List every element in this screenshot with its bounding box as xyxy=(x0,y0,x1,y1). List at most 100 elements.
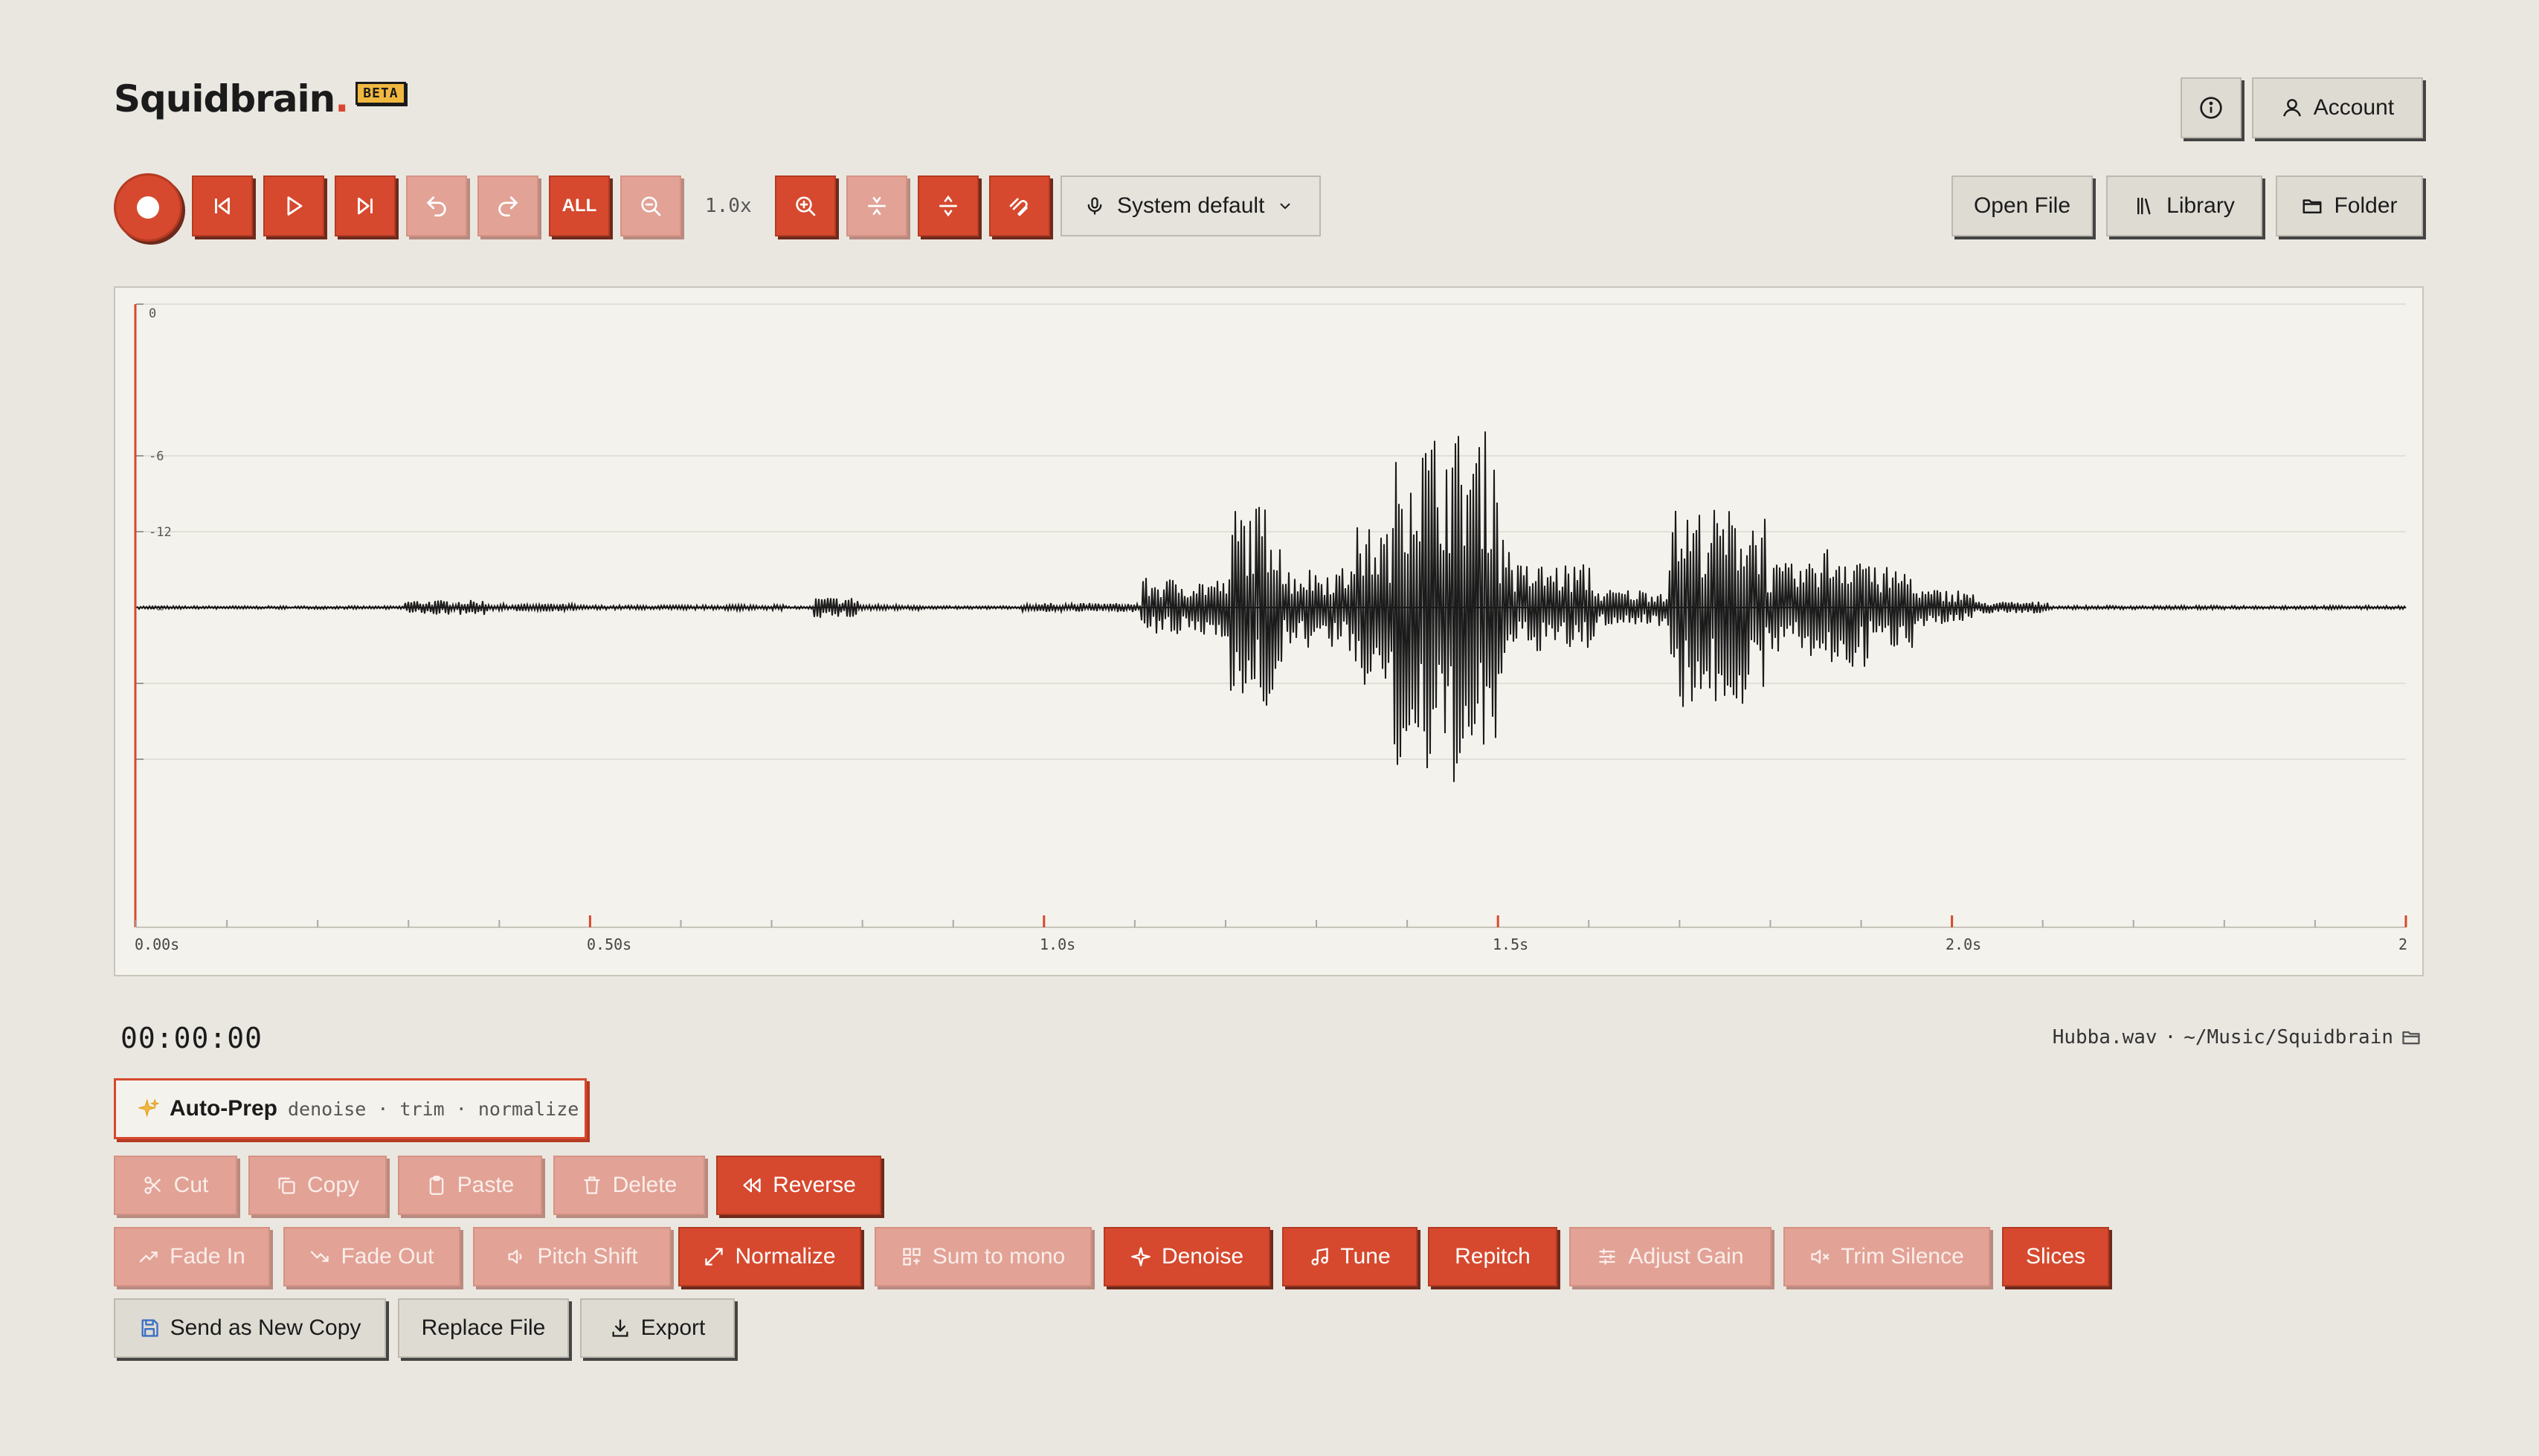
zoom-out-button[interactable] xyxy=(620,175,681,236)
auto-prep-label: Auto-Prep xyxy=(170,1096,277,1121)
db-label-0: 0 xyxy=(149,306,156,321)
magnet-snap-button[interactable] xyxy=(989,175,1050,236)
select-all-button[interactable]: ALL xyxy=(549,175,610,236)
trash-icon xyxy=(584,1176,600,1194)
fade-out-label: Fade Out xyxy=(341,1244,434,1269)
clipboard-icon xyxy=(429,1176,443,1195)
sparkle-icon xyxy=(1131,1247,1151,1266)
skip-to-end-button[interactable] xyxy=(335,175,396,236)
sparkles-icon xyxy=(138,1098,159,1118)
reverse-button[interactable]: Reverse xyxy=(716,1156,881,1215)
trim-silence-label: Trim Silence xyxy=(1841,1244,1964,1269)
zoom-expand-vertical-button[interactable] xyxy=(918,175,979,236)
denoise-label: Denoise xyxy=(1161,1244,1244,1269)
play-icon xyxy=(287,196,303,216)
skip-back-icon xyxy=(215,197,230,215)
trending-down-icon xyxy=(310,1251,329,1262)
denoise-button[interactable]: Denoise xyxy=(1104,1227,1270,1286)
folder-button[interactable]: Folder xyxy=(2276,175,2423,236)
delete-button[interactable]: Delete xyxy=(553,1156,705,1215)
send-as-new-copy-button[interactable]: Send as New Copy xyxy=(114,1298,386,1358)
waveform-panel[interactable]: 0 -6 -12 -∞ 0.00s 0.50s 1.0s 1.5s 2.0s 2 xyxy=(114,286,2424,976)
download-icon xyxy=(612,1319,628,1337)
copy-icon xyxy=(278,1177,295,1194)
auto-prep-button[interactable]: Auto-Prep denoise · trim · normalize xyxy=(114,1078,587,1139)
file-path: ~/Music/Squidbrain xyxy=(2184,1026,2393,1048)
db-label-6: -6 xyxy=(149,449,164,464)
info-button[interactable] xyxy=(2181,77,2242,138)
input-device-select[interactable]: System default xyxy=(1061,175,1321,236)
adjust-gain-label: Adjust Gain xyxy=(1628,1244,1744,1269)
repitch-button[interactable]: Repitch xyxy=(1428,1227,1557,1286)
paste-button[interactable]: Paste xyxy=(398,1156,542,1215)
time-label-20: 2.0s xyxy=(1946,935,1981,953)
slices-label: Slices xyxy=(2025,1244,2086,1269)
library-button[interactable]: Library xyxy=(2106,175,2262,236)
redo-button[interactable] xyxy=(477,175,538,236)
zoom-in-button[interactable] xyxy=(775,175,836,236)
time-label-15: 1.5s xyxy=(1493,935,1528,953)
undo-icon xyxy=(426,196,446,217)
record-button[interactable] xyxy=(114,173,182,242)
skip-forward-icon xyxy=(358,197,373,215)
zoom-level: 1.0x xyxy=(705,195,752,217)
fade-out-button[interactable]: Fade Out xyxy=(283,1227,460,1286)
music-note-icon xyxy=(1311,1248,1329,1266)
maximize-icon xyxy=(705,1248,724,1266)
redo-icon xyxy=(498,196,518,217)
sum-to-mono-label: Sum to mono xyxy=(932,1244,1066,1269)
pitch-shift-label: Pitch Shift xyxy=(537,1244,638,1269)
merge-icon xyxy=(903,1248,921,1266)
sum-to-mono-button[interactable]: Sum to mono xyxy=(875,1227,1092,1286)
paste-label: Paste xyxy=(457,1173,515,1197)
waveform-canvas[interactable]: 0 -6 -12 -∞ 0.00s 0.50s 1.0s 1.5s 2.0s 2 xyxy=(115,288,2422,975)
input-device-label: System default xyxy=(1117,193,1265,218)
waveform-trace xyxy=(135,431,2407,782)
open-file-button[interactable]: Open File xyxy=(1951,175,2093,236)
fade-in-button[interactable]: Fade In xyxy=(114,1227,270,1286)
undo-button[interactable] xyxy=(406,175,467,236)
repitch-label: Repitch xyxy=(1455,1244,1531,1269)
open-file-label: Open File xyxy=(1973,193,2071,218)
save-icon xyxy=(141,1319,158,1337)
copy-button[interactable]: Copy xyxy=(248,1156,387,1215)
normalize-label: Normalize xyxy=(735,1244,836,1269)
sliders-icon xyxy=(1599,1249,1615,1265)
cut-label: Cut xyxy=(173,1173,209,1197)
play-button[interactable] xyxy=(263,175,324,236)
library-label: Library xyxy=(2166,193,2235,218)
tune-button[interactable]: Tune xyxy=(1282,1227,1417,1286)
zoom-fit-vertical-button[interactable] xyxy=(846,175,907,236)
cut-button[interactable]: Cut xyxy=(114,1156,237,1215)
delete-label: Delete xyxy=(612,1173,678,1197)
folder-open-icon[interactable] xyxy=(2401,1027,2421,1048)
file-info: Hubba.wav · ~/Music/Squidbrain xyxy=(2053,1026,2421,1048)
speaker-icon xyxy=(508,1249,522,1264)
time-label-050: 0.50s xyxy=(587,935,631,953)
skip-to-start-button[interactable] xyxy=(192,175,253,236)
tune-label: Tune xyxy=(1340,1244,1391,1269)
db-gridlines xyxy=(136,303,2406,760)
beta-badge: BETA xyxy=(355,81,406,105)
record-icon xyxy=(137,196,159,219)
scissors-icon xyxy=(144,1176,161,1194)
chevron-down-icon xyxy=(1280,203,1291,210)
replace-file-button[interactable]: Replace File xyxy=(398,1298,569,1358)
info-icon xyxy=(2200,97,2222,119)
account-button[interactable]: Account xyxy=(2252,77,2423,138)
pitch-shift-button[interactable]: Pitch Shift xyxy=(473,1227,671,1286)
adjust-gain-button[interactable]: Adjust Gain xyxy=(1569,1227,1771,1286)
normalize-button[interactable]: Normalize xyxy=(678,1227,861,1286)
db-ticks xyxy=(136,303,144,760)
volume-mute-icon xyxy=(1811,1249,1830,1264)
export-button[interactable]: Export xyxy=(580,1298,735,1358)
slices-button[interactable]: Slices xyxy=(2002,1227,2109,1286)
time-label-10: 1.0s xyxy=(1040,935,1075,953)
fade-in-label: Fade In xyxy=(170,1244,245,1269)
file-name: Hubba.wav xyxy=(2052,1026,2157,1048)
send-as-new-copy-label: Send as New Copy xyxy=(170,1315,361,1340)
trending-up-icon xyxy=(139,1252,158,1263)
auto-prep-steps: denoise · trim · normalize xyxy=(288,1098,579,1120)
account-label: Account xyxy=(2313,95,2395,120)
trim-silence-button[interactable]: Trim Silence xyxy=(1783,1227,1990,1286)
